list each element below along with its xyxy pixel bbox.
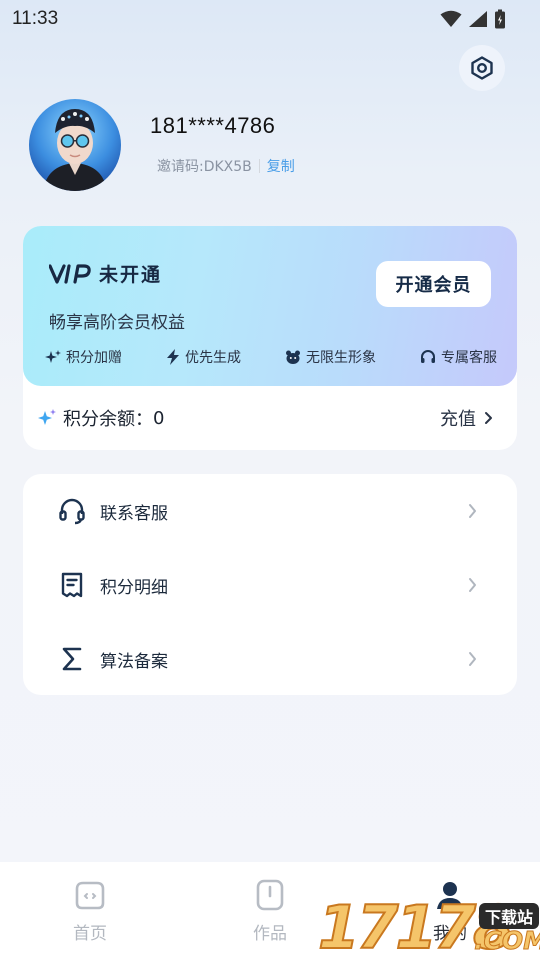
- benefit-item: 无限生形象: [285, 347, 376, 367]
- vip-benefits: 积分加赠 优先生成 无限生形象 专属客服: [45, 347, 497, 367]
- benefit-item: 优先生成: [166, 347, 241, 367]
- menu-item-contact-service[interactable]: 联系客服: [23, 474, 517, 548]
- menu-item-algorithm-filing[interactable]: 算法备案: [23, 622, 517, 696]
- points-value: 0: [153, 407, 165, 429]
- headset-icon: [59, 498, 85, 525]
- chevron-right-icon: [485, 412, 492, 424]
- menu-item-label: 算法备案: [100, 651, 168, 672]
- tab-home[interactable]: 首页: [0, 862, 180, 960]
- sparkle-icon: [45, 350, 61, 363]
- vip-status: 未开通: [99, 264, 163, 286]
- vip-title-row: 未开通: [49, 260, 162, 287]
- tab-label: 首页: [73, 924, 107, 944]
- status-bar: 11:33: [0, 0, 540, 38]
- vip-logo-icon: [49, 263, 91, 284]
- points-label: 积分余额：: [63, 409, 153, 430]
- vip-description: 畅享高阶会员权益: [49, 313, 185, 333]
- tab-label: 作品: [253, 924, 287, 944]
- recharge-button[interactable]: 充值: [440, 405, 493, 431]
- benefit-label: 优先生成: [185, 350, 241, 366]
- chevron-right-icon: [469, 578, 476, 592]
- receipt-icon: [61, 572, 83, 598]
- user-phone: 181****4786: [150, 113, 276, 138]
- settings-hexagon-icon: [471, 56, 493, 80]
- site-watermark: 17178 下载站 .COM: [317, 895, 540, 960]
- bear-face-icon: [286, 350, 300, 364]
- invite-code: 邀请码:DKX5B: [157, 159, 252, 175]
- battery-icon: [495, 9, 505, 29]
- headset-icon: [421, 350, 435, 363]
- benefit-item: 积分加赠: [45, 347, 122, 367]
- vip-banner[interactable]: 未开通 开通会员 畅享高阶会员权益 积分加赠 优先生成 无限生形象 专属客服: [23, 226, 517, 386]
- benefit-label: 积分加赠: [66, 350, 122, 366]
- menu-item-label: 联系客服: [100, 503, 168, 524]
- chevron-right-icon: [469, 652, 476, 666]
- divider: [258, 159, 260, 173]
- invite-row: 邀请码:DKX5B 复制: [157, 156, 295, 176]
- menu-item-points-detail[interactable]: 积分明细: [23, 548, 517, 622]
- recharge-label: 充值: [440, 409, 476, 430]
- home-icon: [75, 881, 105, 910]
- works-icon: [256, 879, 284, 911]
- status-icons: [440, 9, 506, 29]
- wifi-icon: [440, 10, 462, 27]
- points-row: 积分余额： 0 充值: [23, 386, 517, 450]
- status-time: 11:33: [12, 8, 59, 29]
- copy-invite-button[interactable]: 复制: [267, 156, 295, 176]
- sparkle-icon: [38, 409, 56, 425]
- chevron-right-icon: [469, 504, 476, 518]
- lightning-icon: [167, 349, 179, 365]
- menu-item-label: 积分明细: [100, 577, 168, 598]
- sigma-icon: [62, 647, 82, 671]
- benefit-item: 专属客服: [420, 347, 497, 367]
- vip-card: 未开通 开通会员 畅享高阶会员权益 积分加赠 优先生成 无限生形象 专属客服 积…: [23, 226, 517, 450]
- benefit-label: 无限生形象: [306, 350, 376, 366]
- open-vip-button[interactable]: 开通会员: [376, 261, 491, 307]
- menu-card: 联系客服 积分明细 算法备案: [23, 474, 517, 695]
- signal-icon: [469, 11, 487, 27]
- settings-button[interactable]: [459, 45, 505, 91]
- benefit-label: 专属客服: [441, 350, 497, 366]
- watermark-domain: .COM: [474, 926, 540, 956]
- avatar[interactable]: [29, 99, 121, 191]
